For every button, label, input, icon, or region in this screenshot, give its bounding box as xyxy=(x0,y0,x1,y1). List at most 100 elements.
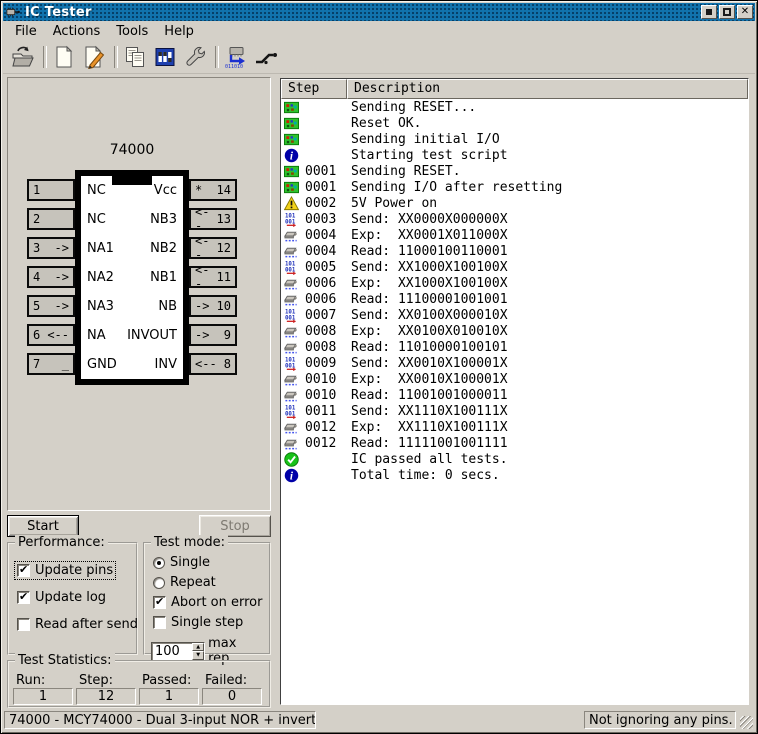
log-row[interactable]: 0006 Exp: XX1000X100100X xyxy=(281,275,748,291)
dip-switches-button[interactable] xyxy=(150,43,179,71)
log-row[interactable]: 0010 Read: 11001001000011 xyxy=(281,387,748,403)
log-row[interactable]: 0001 Sending RESET. xyxy=(281,163,748,179)
max-rep-spinner[interactable]: 100 ▲ ▼ xyxy=(151,642,205,661)
maximize-icon xyxy=(723,8,731,16)
board-icon xyxy=(284,180,299,195)
stat-value: 1 xyxy=(13,688,73,705)
right-pin[interactable]: <-- 11 xyxy=(189,266,237,288)
right-pin-column: * 14 <-- 13 <-- 12 <-- 11 -> 10 -> 9 <--… xyxy=(189,170,237,385)
checkbox[interactable]: Abort on error xyxy=(151,594,264,611)
new-button[interactable] xyxy=(49,43,78,71)
start-button[interactable]: Start xyxy=(7,515,79,537)
left-pin[interactable]: 3 -> xyxy=(27,237,75,259)
checkbox[interactable]: Update pins xyxy=(15,562,115,579)
left-pin[interactable]: 6 <-- xyxy=(27,324,75,346)
stat-item: Failed: 0 xyxy=(202,674,262,705)
log-row[interactable]: 0007 Send: XX0100X000010X xyxy=(281,307,748,323)
left-pin[interactable]: 2 xyxy=(27,208,75,230)
column-header-description[interactable]: Description xyxy=(347,79,748,99)
main-area: 74000 1 2 3 -> 4 -> 5 -> 6 <-- 7 _ NC Vc… xyxy=(3,74,755,709)
spin-up-button[interactable]: ▲ xyxy=(192,643,204,652)
column-header-step[interactable]: Step xyxy=(281,79,347,99)
wrench-button[interactable] xyxy=(180,43,209,71)
wrench-icon xyxy=(183,45,207,69)
probe-button[interactable] xyxy=(251,43,280,71)
max-rep-value[interactable]: 100 xyxy=(152,643,192,660)
right-pin[interactable]: * 14 xyxy=(189,179,237,201)
left-pin[interactable]: 4 -> xyxy=(27,266,75,288)
log-row[interactable]: 0001 Sending I/O after resetting xyxy=(281,179,748,195)
maximize-button[interactable] xyxy=(719,5,735,19)
log-row[interactable]: 0006 Read: 11100001001001 xyxy=(281,291,748,307)
board-icon xyxy=(284,132,299,147)
log-row[interactable]: 0010 Exp: XX0010X100001X xyxy=(281,371,748,387)
spin-down-button[interactable]: ▼ xyxy=(192,651,204,660)
test-mode-group: Test mode: Single Repeat Abort on error … xyxy=(143,542,271,655)
pin-direction: -> xyxy=(55,299,69,313)
test-ic-button[interactable] xyxy=(221,43,250,71)
right-pin[interactable]: <-- 12 xyxy=(189,237,237,259)
left-pin[interactable]: 5 -> xyxy=(27,295,75,317)
chip-icon xyxy=(284,340,299,355)
minimize-button[interactable] xyxy=(701,5,717,19)
log-row[interactable]: 0011 Send: XX1110X100111X xyxy=(281,403,748,419)
log-row[interactable]: 0008 Read: 11010000100101 xyxy=(281,339,748,355)
log-row[interactable]: 0012 Read: 11111001001111 xyxy=(281,435,748,451)
log-row[interactable]: Sending RESET... xyxy=(281,99,748,115)
checkbox-box xyxy=(17,618,30,631)
left-pin[interactable]: 7 _ xyxy=(27,353,75,375)
log-row[interactable]: 0004 Exp: XX0001X011000X xyxy=(281,227,748,243)
chip-right-pin-label: NB3 xyxy=(150,212,177,227)
left-pin[interactable]: 1 xyxy=(27,179,75,201)
radio-dot xyxy=(153,557,165,569)
log-row[interactable]: 0009 Send: XX0010X100001X xyxy=(281,355,748,371)
copy-icon xyxy=(123,45,147,69)
right-pin[interactable]: -> 10 xyxy=(189,295,237,317)
radio-button[interactable]: Single xyxy=(151,554,212,571)
stop-button[interactable]: Stop xyxy=(199,515,271,537)
radio-button[interactable]: Repeat xyxy=(151,574,218,591)
chip-notch-icon xyxy=(112,170,152,185)
right-pin[interactable]: <-- 13 xyxy=(189,208,237,230)
app-window: IC Tester ✕ FileActionsToolsHelp 74000 1 xyxy=(0,0,758,734)
log-row[interactable]: 0003 Send: XX0000X000000X xyxy=(281,211,748,227)
stat-value: 1 xyxy=(139,688,199,705)
edit-button[interactable] xyxy=(79,43,108,71)
log-row[interactable]: 0012 Exp: XX1110X100111X xyxy=(281,419,748,435)
right-pin[interactable]: -> 9 xyxy=(189,324,237,346)
close-button[interactable]: ✕ xyxy=(737,5,753,19)
menu-item[interactable]: File xyxy=(7,22,45,41)
log-row[interactable]: Sending initial I/O xyxy=(281,131,748,147)
menu-item[interactable]: Help xyxy=(156,22,202,41)
pin-number: 7 xyxy=(33,357,40,371)
log-step: 0004 xyxy=(305,228,345,243)
right-pin[interactable]: <-- 8 xyxy=(189,353,237,375)
performance-group: Performance: Update pins Update log Read… xyxy=(7,542,138,655)
checkbox[interactable]: Single step xyxy=(151,614,245,631)
open-button[interactable] xyxy=(8,43,37,71)
log-row[interactable]: 0008 Exp: XX0100X010010X xyxy=(281,323,748,339)
log-row[interactable]: Total time: 0 secs. xyxy=(281,467,748,483)
log-row[interactable]: Starting test script xyxy=(281,147,748,163)
checkbox[interactable]: Update log xyxy=(15,589,108,606)
log-step: 0001 xyxy=(305,164,345,179)
log-step: 0006 xyxy=(305,292,345,307)
log-row[interactable]: 0002 5V Power on xyxy=(281,195,748,211)
menu-item[interactable]: Tools xyxy=(108,22,156,41)
copy-button[interactable] xyxy=(120,43,149,71)
log-row[interactable]: 0005 Send: XX1000X100100X xyxy=(281,259,748,275)
log-step: 0009 xyxy=(305,356,345,371)
chip-icon xyxy=(284,292,299,307)
checkbox-box xyxy=(17,591,30,604)
resize-grip[interactable] xyxy=(740,716,753,729)
log-row[interactable]: 0004 Read: 11000100110001 xyxy=(281,243,748,259)
log-description: Send: XX0010X100001X xyxy=(351,356,508,371)
info-icon xyxy=(284,468,299,483)
titlebar[interactable]: IC Tester ✕ xyxy=(3,3,755,21)
checkbox[interactable]: Read after send xyxy=(15,616,140,633)
log-row[interactable]: Reset OK. xyxy=(281,115,748,131)
log-row[interactable]: IC passed all tests. xyxy=(281,451,748,467)
menu-item[interactable]: Actions xyxy=(45,22,109,41)
log-description: Reset OK. xyxy=(351,116,421,131)
chip-right-pin-label: NB1 xyxy=(150,270,177,285)
